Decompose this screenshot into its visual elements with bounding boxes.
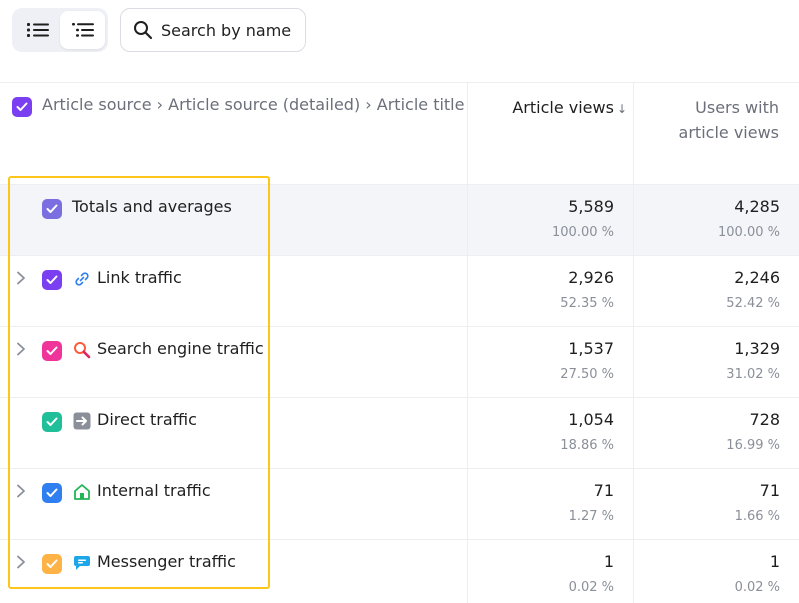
users-label-line1: Users with [695, 98, 779, 117]
row-checkbox[interactable] [42, 554, 62, 574]
percent: 100.00 % [552, 225, 614, 240]
value: 2,926 [568, 268, 614, 287]
view-toggle [12, 8, 108, 52]
list-view-button[interactable] [15, 11, 60, 49]
value: 1,537 [568, 339, 614, 358]
article-views-cell: 5,589 100.00 % [468, 197, 614, 242]
article-views-label: Article views [512, 98, 614, 117]
percent: 52.35 % [560, 296, 614, 311]
row-checkbox[interactable] [42, 270, 62, 290]
totals-row: Totals and averages 5,589 100.00 % 4,285… [0, 184, 799, 255]
table-row: Internal traffic 71 1.27 % 71 1.66 % [0, 468, 799, 539]
value: 71 [593, 481, 614, 500]
percent: 18.86 % [560, 438, 614, 453]
article-views-cell: 1,054 18.86 % [468, 410, 614, 455]
percent: 16.99 % [726, 438, 780, 453]
percent: 0.02 % [568, 580, 614, 595]
row-label[interactable]: Search engine traffic [97, 339, 264, 358]
expand-chevron-icon[interactable] [13, 554, 29, 570]
article-views-header[interactable]: Article views ↓ [468, 95, 627, 122]
article-views-cell: 71 1.27 % [468, 481, 614, 526]
dimensions-label[interactable]: Article source › Article source (detaile… [42, 95, 464, 114]
row-checkbox[interactable] [42, 483, 62, 503]
value: 4,285 [734, 197, 780, 216]
table-row: Search engine traffic 1,537 27.50 % 1,32… [0, 326, 799, 397]
users-cell: 1,329 31.02 % [634, 339, 780, 384]
percent: 52.42 % [726, 296, 780, 311]
magnifier-icon [73, 341, 91, 359]
table-header: Article source › Article source (detaile… [0, 82, 799, 184]
users-cell: 71 1.66 % [634, 481, 780, 526]
value: 728 [749, 410, 780, 429]
totals-checkbox[interactable] [42, 199, 62, 219]
search-box[interactable] [120, 8, 306, 52]
value: 1,054 [568, 410, 614, 429]
table-row: Direct traffic 1,054 18.86 % 728 16.99 % [0, 397, 799, 468]
dimensions-header: Article source › Article source (detaile… [12, 95, 464, 117]
percent: 1.66 % [734, 509, 780, 524]
article-views-cell: 1 0.02 % [468, 552, 614, 597]
users-label-line2: article views [678, 123, 779, 142]
row-label[interactable]: Internal traffic [97, 481, 211, 500]
check-icon [16, 102, 28, 111]
tree-list-icon [71, 23, 94, 37]
users-cell: 4,285 100.00 % [634, 197, 780, 242]
value: 5,589 [568, 197, 614, 216]
article-views-cell: 2,926 52.35 % [468, 268, 614, 313]
check-icon [46, 204, 58, 213]
row-label[interactable]: Link traffic [97, 268, 182, 287]
arrow-right-icon [73, 412, 91, 430]
article-views-cell: 1,537 27.50 % [468, 339, 614, 384]
percent: 31.02 % [726, 367, 780, 382]
search-input[interactable] [161, 20, 301, 40]
list-icon [26, 23, 49, 37]
value: 1,329 [734, 339, 780, 358]
expand-chevron-icon[interactable] [13, 270, 29, 286]
check-icon [46, 417, 58, 426]
toolbar [12, 8, 306, 52]
users-header[interactable]: Users with article views [634, 95, 779, 145]
row-label[interactable]: Messenger traffic [97, 552, 236, 571]
value: 1 [603, 552, 614, 571]
value: 71 [759, 481, 780, 500]
users-cell: 728 16.99 % [634, 410, 780, 455]
row-checkbox[interactable] [42, 412, 62, 432]
percent: 1.27 % [568, 509, 614, 524]
check-icon [46, 275, 58, 284]
percent: 100.00 % [718, 225, 780, 240]
expand-chevron-icon[interactable] [13, 483, 29, 499]
percent: 27.50 % [560, 367, 614, 382]
report-table: Article source › Article source (detaile… [0, 82, 799, 603]
sort-desc-icon: ↓ [616, 102, 627, 116]
value: 1 [769, 552, 780, 571]
row-label: Totals and averages [72, 197, 232, 216]
row-checkbox[interactable] [42, 341, 62, 361]
check-icon [46, 346, 58, 355]
tree-view-button[interactable] [60, 11, 105, 49]
row-label[interactable]: Direct traffic [97, 410, 197, 429]
check-icon [46, 488, 58, 497]
search-icon [134, 21, 153, 40]
check-icon [46, 559, 58, 568]
link-icon [73, 270, 91, 288]
percent: 0.02 % [734, 580, 780, 595]
users-cell: 1 0.02 % [634, 552, 780, 597]
users-cell: 2,246 52.42 % [634, 268, 780, 313]
expand-chevron-icon[interactable] [13, 341, 29, 357]
table-row: Messenger traffic 1 0.02 % 1 0.02 % [0, 539, 799, 603]
table-row: Link traffic 2,926 52.35 % 2,246 52.42 % [0, 255, 799, 326]
chat-icon [73, 554, 91, 572]
select-all-checkbox[interactable] [12, 97, 32, 117]
value: 2,246 [734, 268, 780, 287]
home-icon [73, 483, 91, 501]
